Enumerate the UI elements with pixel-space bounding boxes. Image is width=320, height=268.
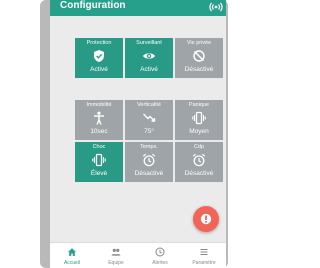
no-location-icon xyxy=(193,50,205,62)
eye-icon xyxy=(143,53,155,59)
nav-item-alertes[interactable]: Alertes xyxy=(138,243,182,268)
tile-protection[interactable]: Protection Activé xyxy=(75,38,123,78)
sos-alert-button[interactable] xyxy=(193,206,219,232)
tile-value: 10sec xyxy=(90,128,108,135)
tile-panique[interactable]: Panique Moyen xyxy=(175,100,223,140)
vibration-icon xyxy=(92,153,106,167)
tile-choc[interactable]: Choc Élevé xyxy=(75,142,123,182)
tile-label: Immobilité xyxy=(86,102,112,108)
nav-label: Paramètre xyxy=(192,260,216,266)
nav-item-parametre[interactable]: Paramètre xyxy=(182,243,226,268)
tile-surveillant[interactable]: Surveillant Activé xyxy=(125,38,173,78)
tile-cdp[interactable]: Cdp Désactivé xyxy=(175,142,223,182)
tile-label: Temps. xyxy=(140,144,158,150)
page-title: Configuration xyxy=(60,0,126,11)
person-standing-icon xyxy=(94,111,104,125)
tile-verticalite[interactable]: Verticalité 75° xyxy=(125,100,173,140)
alarm-clock-icon xyxy=(142,153,156,167)
nav-label: Accueil xyxy=(63,260,81,266)
tile-value: Désactivé xyxy=(184,170,214,177)
nav-item-equipe[interactable]: Equipe xyxy=(94,243,138,268)
menu-icon xyxy=(200,249,208,255)
app-screen: Configuration Protection Activé Surveill… xyxy=(50,0,226,268)
bottom-navigation: Accueil Equipe Alertes Paramètre xyxy=(50,242,226,268)
tile-value: Désactivé xyxy=(134,170,164,177)
shield-check-icon xyxy=(94,50,104,62)
clock-icon xyxy=(155,247,165,257)
tile-temps[interactable]: Temps. Désactivé xyxy=(125,142,173,182)
tile-label: Vie privée xyxy=(186,40,212,46)
nav-item-accueil[interactable]: Accueil xyxy=(50,243,94,268)
tile-immobilite[interactable]: Immobilité 10sec xyxy=(75,100,123,140)
team-icon xyxy=(111,248,121,256)
tile-value: Élevé xyxy=(90,170,108,177)
tile-vie-privee[interactable]: Vie privée Désactivé xyxy=(175,38,223,78)
tile-label: Panique xyxy=(188,102,210,108)
nav-label: Equipe xyxy=(108,260,124,266)
tile-value: 75° xyxy=(144,128,154,135)
vibration-icon xyxy=(192,111,206,125)
tile-label: Choc xyxy=(92,144,106,150)
app-bar: Configuration xyxy=(50,0,226,16)
tile-label: Surveillant xyxy=(136,40,162,46)
trending-down-icon xyxy=(143,113,156,122)
tile-value: Désactivé xyxy=(184,66,214,73)
broadcast-icon[interactable] xyxy=(209,0,223,12)
tile-label: Protection xyxy=(86,40,112,46)
tile-label: Verticalité xyxy=(137,102,161,108)
tile-value: Activé xyxy=(140,66,158,73)
alarm-clock-icon xyxy=(192,153,206,167)
home-icon xyxy=(68,248,76,256)
sos-alert-icon xyxy=(200,213,212,225)
tile-label: Cdp xyxy=(193,144,205,150)
tile-value: Moyen xyxy=(189,128,209,135)
nav-label: Alertes xyxy=(152,260,168,266)
tile-value: Activé xyxy=(90,66,108,73)
